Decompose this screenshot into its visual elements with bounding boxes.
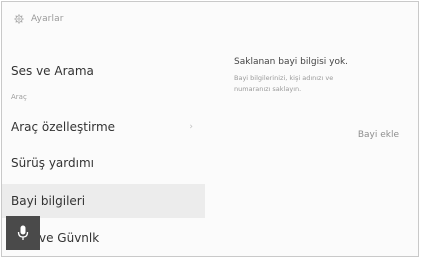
microphone-icon [17, 225, 29, 240]
add-dealer-button[interactable]: Bayi ekle [358, 130, 399, 140]
sidebar-item-label: ve Güvnlk [39, 231, 100, 245]
sidebar-item-dealer-info[interactable]: Bayi bilgileri [2, 184, 205, 218]
page-title: Ayarlar [31, 14, 64, 24]
header: Ayarlar [14, 11, 64, 27]
gear-icon [14, 14, 24, 24]
sidebar-item-vehicle-customization[interactable]: Araç özelleştirme › [2, 110, 205, 144]
sidebar-item-label: Bayi bilgileri [11, 194, 86, 208]
section-label-vehicle: Araç [11, 93, 27, 101]
sidebar-item-label: Sürüş yardımı [11, 156, 94, 170]
sidebar-item-label: Araç özelleştirme [11, 120, 116, 134]
chevron-right-icon: › [189, 122, 193, 132]
settings-screen: Ayarlar Ses ve Arama Araç Araç özelleşti… [1, 1, 419, 257]
empty-state-description: Bayi bilgilerinizi, kişi adınızı ve numa… [234, 74, 334, 93]
sidebar-item-driving-assist[interactable]: Sürüş yardımı [2, 146, 205, 180]
voice-button[interactable] [6, 216, 40, 250]
empty-state-title: Saklanan bayi bilgisi yok. [234, 57, 349, 67]
sidebar-item-sound-and-call[interactable]: Ses ve Arama [2, 54, 205, 88]
sidebar-item-label: Ses ve Arama [11, 64, 94, 78]
